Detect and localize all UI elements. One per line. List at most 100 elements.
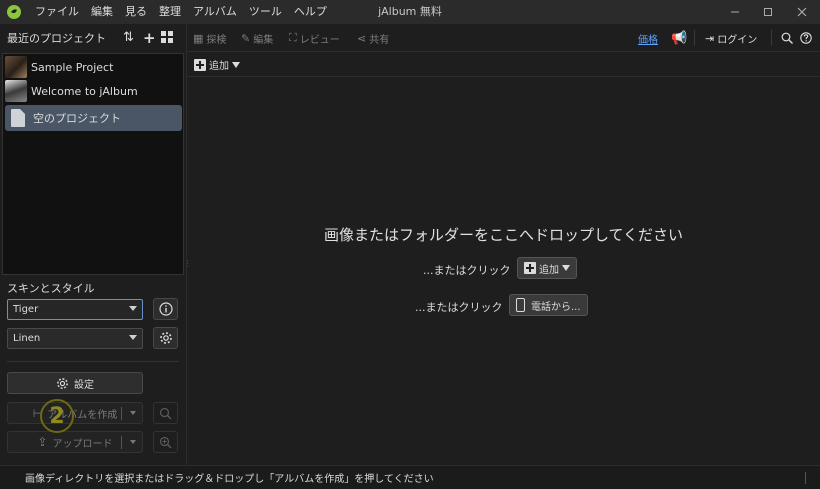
menu-organize[interactable]: 整理	[153, 0, 187, 24]
upload-label: アップロード	[52, 438, 113, 450]
dropdown-arrow-icon	[232, 61, 240, 68]
close-window-button[interactable]	[785, 0, 819, 24]
make-album-button[interactable]: ⊢ アルバムを作成	[7, 402, 143, 424]
preview-button[interactable]	[153, 402, 178, 424]
help-button[interactable]	[800, 24, 812, 52]
chevron-down-icon[interactable]	[130, 440, 136, 444]
skin-select-value: Tiger	[13, 304, 39, 315]
menu-view[interactable]: 見る	[119, 0, 153, 24]
login-icon: ⇥	[705, 31, 715, 45]
minimize-button[interactable]	[718, 0, 752, 24]
tab-edit-label: 編集	[253, 34, 274, 46]
upgrade-link-label: 価格	[638, 34, 658, 46]
megaphone-icon: 📢	[671, 30, 688, 46]
tab-explore-label: 探検	[206, 34, 227, 46]
menu-file[interactable]: ファイル	[29, 0, 85, 24]
zoom-in-icon	[159, 436, 172, 448]
from-phone-button[interactable]: 電話から...	[509, 294, 588, 316]
settings-button[interactable]: 設定	[7, 372, 143, 394]
sidebar: 最近のプロジェクト ⇅ + Sample Project Welcome to …	[0, 24, 191, 465]
menu-help[interactable]: ヘルプ	[288, 0, 333, 24]
or-click-label: ...またはクリック	[415, 301, 503, 314]
jalbum-logo-icon	[7, 5, 21, 19]
minimize-icon	[731, 11, 739, 13]
gear-icon	[159, 332, 172, 344]
dropdown-arrow-icon	[562, 265, 570, 271]
gear-icon	[57, 377, 68, 389]
announcements-button[interactable]: 📢	[671, 24, 687, 52]
skin-select[interactable]: Tiger	[7, 299, 143, 320]
projects-header: 最近のプロジェクト	[0, 24, 186, 52]
upload-button[interactable]: ⇪ アップロード	[7, 431, 143, 453]
login-label: ログイン	[717, 34, 758, 46]
style-select[interactable]: Linen	[7, 328, 143, 349]
add-icon	[194, 58, 206, 71]
project-label: 空のプロジェクト	[33, 112, 121, 125]
menu-edit[interactable]: 編集	[85, 0, 119, 24]
maximize-icon	[764, 8, 772, 16]
project-thumbnail	[5, 80, 27, 102]
project-item-welcome[interactable]: Welcome to jAlbum	[5, 79, 182, 103]
main-toolbar: ▦ 探検 ✎ 編集 ⛶ レビュー ⋖ 共有 価格 📢 ⇥ ログイン	[187, 24, 820, 52]
status-bar: 画像ディレクトリを選択またはドラッグ＆ドロップし「アルバムを作成」を押してくださ…	[0, 465, 820, 489]
from-phone-label: 電話から...	[531, 301, 581, 313]
split-divider	[121, 436, 122, 449]
upgrade-link[interactable]: 価格	[638, 24, 658, 52]
toolbar-divider	[771, 30, 772, 46]
search-button[interactable]	[781, 24, 793, 52]
or-click-label: ...またはクリック	[423, 264, 511, 277]
add-label: 追加	[209, 61, 229, 72]
make-album-icon: ⊢	[32, 406, 43, 420]
search-icon	[159, 407, 172, 419]
pencil-icon: ✎	[241, 31, 251, 45]
skin-info-button[interactable]	[153, 298, 178, 320]
sort-icon[interactable]: ⇅	[123, 31, 134, 45]
menu-tools[interactable]: ツール	[243, 0, 288, 24]
make-album-label: アルバムを作成	[47, 409, 118, 421]
skins-title: スキンとスタイル	[7, 282, 95, 295]
project-label: Sample Project	[31, 60, 114, 74]
add-images-button[interactable]: 追加	[517, 257, 577, 279]
maximize-button[interactable]	[751, 0, 785, 24]
projects-title: 最近のプロジェクト	[7, 32, 106, 45]
resize-grip[interactable]	[805, 472, 806, 484]
add-menu-button[interactable]: 追加	[187, 53, 820, 77]
tab-review-label: レビュー	[299, 34, 340, 46]
divider	[7, 361, 179, 362]
project-item-sample[interactable]: Sample Project	[5, 55, 182, 79]
title-bar: ファイル 編集 見る 整理 アルバム ツール ヘルプ jAlbum 無料	[0, 0, 820, 24]
info-icon	[158, 302, 173, 316]
tab-share-label: 共有	[369, 34, 390, 46]
new-project-icon[interactable]: +	[143, 31, 156, 46]
chevron-down-icon	[129, 335, 137, 340]
toolbar-divider	[694, 30, 695, 46]
add-icon	[524, 262, 536, 274]
phone-icon	[516, 298, 525, 312]
project-item-empty[interactable]: 空のプロジェクト	[5, 105, 182, 131]
project-thumbnail	[5, 56, 27, 78]
help-icon	[800, 32, 812, 44]
drop-instruction: 画像またはフォルダーをここへドロップしてください	[323, 226, 684, 244]
drop-area[interactable]: 画像またはフォルダーをここへドロップしてください ...またはクリック 追加 .…	[187, 78, 820, 465]
search-icon	[781, 32, 793, 44]
chevron-down-icon[interactable]	[130, 411, 136, 415]
tab-review[interactable]: ⛶ レビュー	[289, 24, 340, 52]
grid-icon: ▦	[193, 31, 204, 45]
review-icon: ⛶	[289, 31, 297, 44]
document-icon	[11, 109, 25, 127]
tab-explore[interactable]: ▦ 探検	[193, 24, 226, 52]
close-icon	[797, 7, 807, 17]
grid-view-icon[interactable]	[161, 31, 173, 47]
add-images-label: 追加	[539, 264, 559, 276]
settings-label: 設定	[74, 379, 94, 391]
zoom-button[interactable]	[153, 431, 178, 453]
menu-album[interactable]: アルバム	[187, 0, 243, 24]
share-icon: ⋖	[357, 31, 367, 45]
login-button[interactable]: ⇥ ログイン	[705, 24, 757, 52]
status-text: 画像ディレクトリを選択またはドラッグ＆ドロップし「アルバムを作成」を押してくださ…	[25, 474, 434, 485]
project-list: Sample Project Welcome to jAlbum 空のプロジェク…	[2, 53, 184, 275]
style-select-value: Linen	[13, 333, 41, 344]
skin-settings-button[interactable]	[153, 327, 178, 349]
tab-edit[interactable]: ✎ 編集	[241, 24, 273, 52]
tab-share[interactable]: ⋖ 共有	[357, 24, 389, 52]
